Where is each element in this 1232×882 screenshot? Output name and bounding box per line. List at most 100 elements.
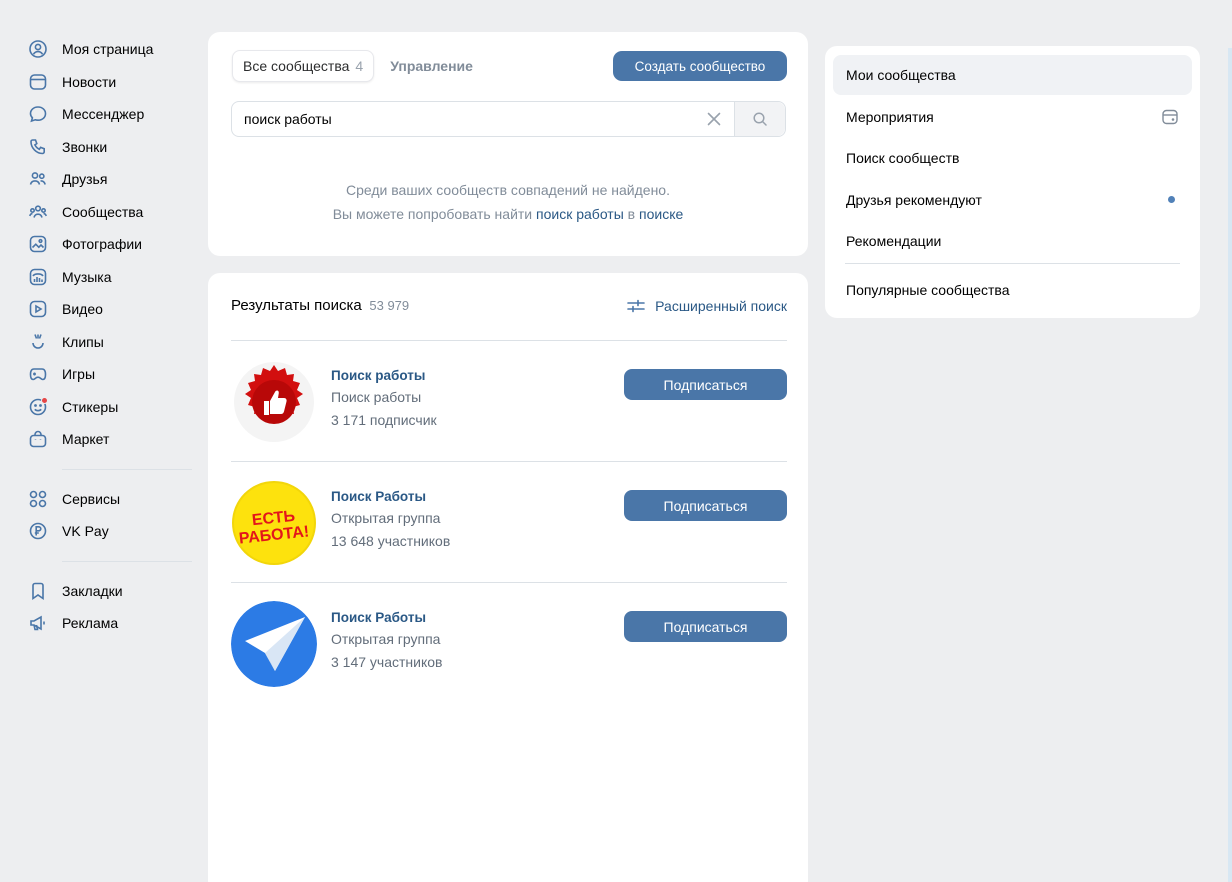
menu-item-community-search[interactable]: Поиск сообществ (833, 138, 1192, 178)
nav-label: Игры (62, 366, 96, 383)
menu-item-label: Мои сообщества (846, 67, 956, 83)
nav-label: Реклама (62, 615, 119, 632)
menu-item-label: Рекомендации (846, 233, 942, 249)
community-name[interactable]: Поиск Работы (331, 608, 442, 628)
filter-icon (627, 299, 645, 312)
menu-item-label: Популярные сообщества (846, 282, 1010, 298)
friends-icon (28, 169, 48, 189)
community-members: 3 147 участников (331, 654, 443, 670)
results-count: 53 979 (369, 298, 410, 313)
phone-icon (28, 137, 48, 157)
nav-item-services[interactable]: Сервисы (22, 483, 200, 516)
nav-label: VK Pay (62, 523, 109, 540)
subscribe-button[interactable]: Подписаться (624, 490, 787, 521)
nav-item-friends[interactable]: Друзья (22, 163, 200, 196)
empty-text: в (623, 206, 639, 222)
menu-item-label: Мероприятия (846, 108, 934, 125)
scrollbar-track[interactable] (1228, 48, 1232, 882)
menu-item-recommendations[interactable]: Рекомендации (833, 221, 1192, 261)
subscribe-button[interactable]: Подписаться (624, 369, 787, 400)
nav-label: Клипы (62, 333, 104, 350)
music-icon (28, 267, 48, 287)
result-info: Поиск Работы Открытая группа 13 648 учас… (331, 487, 450, 553)
tab-count: 4 (355, 58, 364, 74)
tab-label: Управление (390, 58, 473, 74)
result-row: Поиск работы Поиск работы 3 171 подписчи… (231, 340, 787, 460)
photos-icon (28, 234, 48, 254)
nav-divider (62, 468, 192, 470)
result-row: Поиск Работы Открытая группа 3 147 участ… (231, 582, 787, 702)
create-community-button[interactable]: Создать сообщество (613, 51, 787, 81)
clear-search-button[interactable] (694, 102, 734, 136)
bookmark-icon (28, 581, 48, 601)
community-name[interactable]: Поиск Работы (331, 487, 450, 507)
query-link[interactable]: поиск работы (536, 206, 624, 222)
nav-item-vkpay[interactable]: VK Pay (22, 515, 200, 548)
community-type: Поиск работы (331, 389, 422, 405)
global-search-link[interactable]: поиске (639, 206, 683, 222)
nav-divider (62, 560, 192, 562)
community-name[interactable]: Поиск работы (331, 366, 437, 386)
tabs: Все сообщества 4 Управление (232, 50, 483, 82)
video-icon (28, 299, 48, 319)
search-input[interactable] (232, 102, 694, 136)
nav-label: Фотографии (62, 236, 143, 253)
search-button[interactable] (734, 102, 785, 136)
games-icon (28, 364, 48, 384)
nav-item-my-page[interactable]: Моя страница (22, 33, 200, 66)
market-icon (28, 429, 48, 449)
menu-item-friends-recommend[interactable]: Друзья рекомендуют (833, 180, 1192, 220)
community-avatar[interactable] (231, 601, 317, 687)
empty-line-1: Среди ваших сообществ совпадений не найд… (346, 182, 670, 198)
nav-label: Моя страница (62, 41, 154, 58)
clips-icon (28, 332, 48, 352)
nav-item-music[interactable]: Музыка (22, 261, 200, 294)
advanced-search-label: Расширенный поиск (655, 297, 787, 314)
menu-item-popular-communities[interactable]: Популярные сообщества (833, 270, 1192, 310)
tab-manage[interactable]: Управление (380, 50, 483, 82)
subscribe-button[interactable]: Подписаться (624, 611, 787, 642)
nav-item-games[interactable]: Игры (22, 358, 200, 391)
nav-label: Закладки (62, 582, 123, 599)
nav-item-video[interactable]: Видео (22, 293, 200, 326)
search-results-card: Результаты поиска 53 979 Расширенный пои… (208, 273, 808, 882)
tab-all-communities[interactable]: Все сообщества 4 (232, 50, 375, 82)
nav-item-market[interactable]: Маркет (22, 423, 200, 456)
empty-line-2: Вы можете попробовать найти поиск работы… (208, 202, 808, 226)
menu-item-my-communities[interactable]: Мои сообщества (833, 55, 1192, 95)
results-heading: Результаты поиска 53 979 (231, 297, 409, 314)
left-navigation: Моя страница Новости Мессенджер Звонки Д… (22, 33, 200, 640)
nav-item-photos[interactable]: Фотографии (22, 228, 200, 261)
menu-item-label: Друзья рекомендуют (846, 191, 982, 208)
nav-item-clips[interactable]: Клипы (22, 326, 200, 359)
result-row: ЕСТЬ РАБОТА! Поиск Работы Открытая групп… (231, 461, 787, 581)
community-avatar[interactable] (231, 359, 317, 445)
empty-text: Вы можете попробовать найти (332, 206, 537, 222)
nav-label: Новости (62, 73, 117, 90)
profile-icon (28, 39, 48, 59)
nav-item-calls[interactable]: Звонки (22, 131, 200, 164)
community-type: Открытая группа (331, 510, 441, 526)
communities-card: Все сообщества 4 Управление Создать сооб… (208, 32, 808, 256)
nav-item-messenger[interactable]: Мессенджер (22, 98, 200, 131)
nav-item-bookmarks[interactable]: Закладки (22, 575, 200, 608)
result-info: Поиск работы Поиск работы 3 171 подписчи… (331, 366, 437, 432)
menu-item-events[interactable]: Мероприятия (833, 97, 1192, 137)
tab-label: Все сообщества (243, 58, 350, 74)
nav-item-ads[interactable]: Реклама (22, 607, 200, 640)
search-icon (753, 112, 767, 126)
ads-icon (28, 613, 48, 633)
communities-icon (28, 202, 48, 222)
advanced-search-button[interactable]: Расширенный поиск (627, 298, 787, 314)
community-members: 13 648 участников (331, 533, 451, 549)
nav-label: Звонки (62, 138, 108, 155)
nav-item-communities[interactable]: Сообщества (22, 196, 200, 229)
nav-label: Друзья (62, 171, 108, 188)
notification-dot (41, 396, 48, 404)
results-header: Результаты поиска 53 979 Расширенный пои… (231, 297, 787, 314)
messenger-icon (28, 104, 48, 124)
community-avatar[interactable]: ЕСТЬ РАБОТА! (231, 480, 317, 566)
nav-item-stickers[interactable]: Стикеры (22, 391, 200, 424)
nav-item-news[interactable]: Новости (22, 66, 200, 99)
result-info: Поиск Работы Открытая группа 3 147 участ… (331, 608, 442, 674)
